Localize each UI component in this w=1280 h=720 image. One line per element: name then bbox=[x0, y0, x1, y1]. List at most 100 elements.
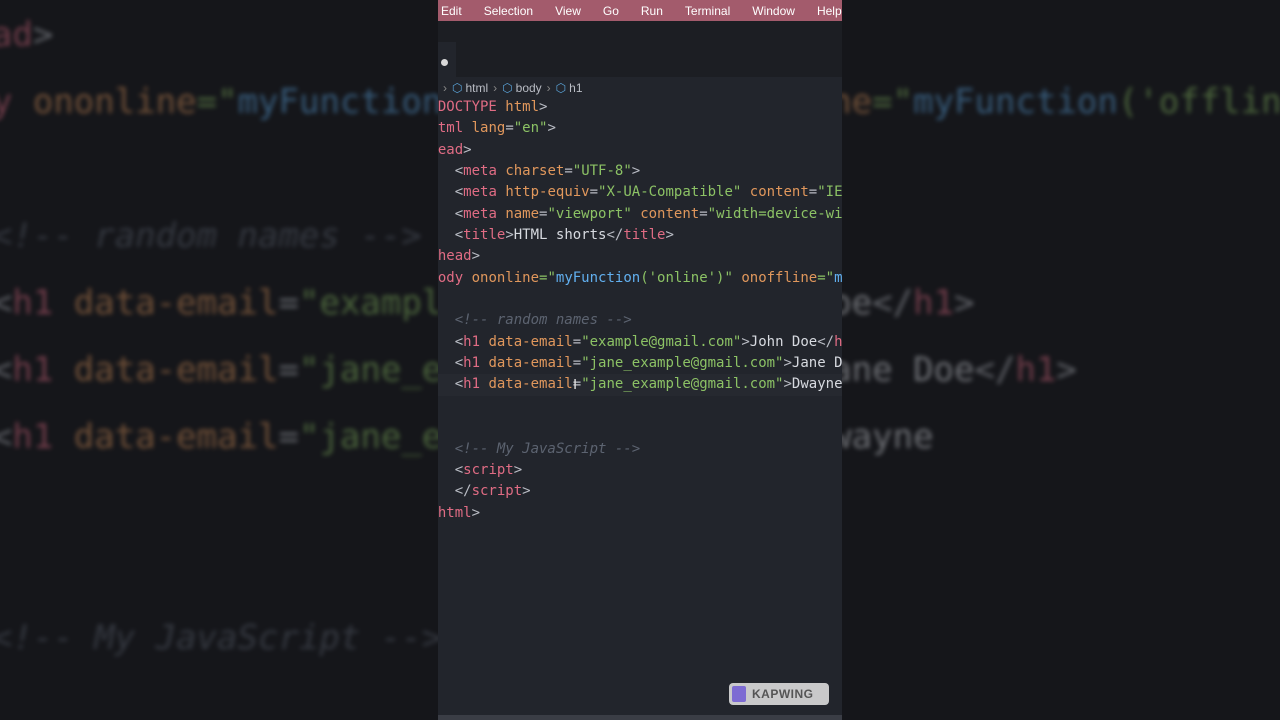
code-line[interactable]: </script> bbox=[438, 481, 842, 502]
code-token: meta bbox=[463, 205, 506, 222]
code-line[interactable] bbox=[438, 289, 842, 310]
code-line[interactable]: </head> bbox=[438, 246, 842, 267]
code-token: head bbox=[0, 15, 33, 55]
menu-bar: Edit Selection View Go Run Terminal Window Help bbox=[438, 0, 842, 21]
menu-run[interactable]: Run bbox=[641, 4, 663, 18]
code-token: myFunction bbox=[555, 269, 641, 286]
code-token: </ bbox=[606, 227, 624, 244]
code-token: HTML shorts bbox=[513, 227, 607, 244]
code-token: "en" bbox=[513, 120, 548, 137]
code-token: =" bbox=[196, 82, 238, 122]
code-token: = bbox=[589, 184, 599, 201]
element-cube-icon: ⬡ bbox=[555, 80, 567, 95]
code-token: myFunction bbox=[237, 82, 443, 122]
code-line[interactable]: <!-- random names --> bbox=[438, 310, 842, 331]
code-token: > bbox=[547, 120, 556, 137]
code-line[interactable]: <meta http-equiv="X-UA-Compatible" conte… bbox=[438, 182, 842, 203]
code-token: myFunction bbox=[834, 269, 842, 286]
code-token: </ bbox=[872, 283, 914, 323]
code-token: data-email bbox=[488, 333, 573, 350]
kapwing-logo-icon bbox=[732, 686, 746, 702]
code-token: =" bbox=[872, 82, 914, 122]
code-line[interactable]: <!-- My JavaScript --> bbox=[438, 439, 842, 460]
code-token: data-email bbox=[73, 350, 279, 390]
code-token: </ bbox=[454, 483, 472, 500]
code-line[interactable]: <meta name="viewport" content="width=dev… bbox=[438, 204, 842, 225]
code-token: h1 bbox=[12, 417, 74, 457]
chevron-right-icon: › bbox=[443, 80, 447, 95]
menu-selection[interactable]: Selection bbox=[484, 4, 533, 18]
code-token: = bbox=[572, 355, 582, 372]
code-token: </ bbox=[817, 333, 835, 350]
code-token: < bbox=[454, 461, 464, 478]
code-token: title bbox=[463, 227, 506, 244]
code-token: body bbox=[438, 269, 464, 286]
code-line[interactable] bbox=[438, 396, 842, 417]
code-token: h1 bbox=[913, 283, 955, 323]
code-line[interactable]: <h1 data-email="jane_example@gmail.com">… bbox=[438, 353, 842, 374]
code-line[interactable]: <h1 data-email="jane_example@gmail.com">… bbox=[438, 374, 842, 396]
code-token: ('offline')" bbox=[1117, 82, 1280, 122]
breadcrumb-item-html[interactable]: html bbox=[465, 81, 488, 95]
code-token: > bbox=[471, 504, 481, 521]
code-token: < bbox=[454, 376, 464, 393]
menu-help[interactable]: Help bbox=[817, 4, 842, 18]
code-token: "X-UA-Compatible" bbox=[598, 184, 742, 201]
code-token: > bbox=[783, 376, 792, 393]
code-line[interactable]: <script> bbox=[438, 460, 842, 481]
code-token: John Doe bbox=[749, 333, 818, 350]
code-token: = bbox=[278, 350, 299, 390]
code-token: < bbox=[454, 184, 464, 201]
watermark-text: KAPWING bbox=[752, 687, 814, 701]
code-line[interactable]: <meta charset="UTF-8"> bbox=[438, 161, 842, 182]
code-line[interactable]: <title>HTML shorts</title> bbox=[438, 225, 842, 246]
code-line[interactable]: <!DOCTYPE html> bbox=[438, 97, 842, 118]
code-token: content bbox=[749, 184, 809, 201]
code-token: < bbox=[0, 350, 13, 390]
code-token: html bbox=[505, 99, 540, 115]
code-token: h1 bbox=[1015, 350, 1057, 390]
code-token: < bbox=[0, 417, 13, 457]
code-token: script bbox=[471, 483, 523, 500]
breadcrumb-item-h1[interactable]: h1 bbox=[569, 81, 582, 95]
menu-go[interactable]: Go bbox=[603, 4, 619, 18]
breadcrumb-item-body[interactable]: body bbox=[516, 81, 542, 95]
code-line[interactable]: <h1 data-email="example@gmail.com">John … bbox=[438, 332, 842, 353]
code-token: html bbox=[438, 120, 464, 137]
breadcrumb: › ⬡ html › ⬡ body › ⬡ h1 bbox=[438, 77, 842, 98]
code-token: > bbox=[741, 333, 750, 350]
code-line[interactable] bbox=[438, 417, 842, 438]
code-token: "jane_example@gmail.com" bbox=[581, 376, 784, 393]
code-token: > bbox=[631, 163, 641, 180]
code-token: <!-- My JavaScript --> bbox=[438, 440, 641, 457]
menu-window[interactable]: Window bbox=[752, 4, 795, 18]
code-token: < bbox=[454, 355, 464, 372]
code-token: < bbox=[0, 283, 13, 323]
code-token: < bbox=[454, 163, 464, 180]
code-token: > bbox=[539, 99, 548, 115]
code-token: > bbox=[1056, 350, 1077, 390]
code-token: "IE=edge" bbox=[817, 184, 842, 201]
code-line[interactable]: <head> bbox=[438, 140, 842, 161]
code-token: head bbox=[438, 248, 472, 265]
code-token: > bbox=[522, 483, 531, 500]
code-token: <!-- My JavaScript --> bbox=[0, 618, 443, 658]
menu-terminal[interactable]: Terminal bbox=[685, 4, 730, 18]
code-line[interactable]: <body ononline="myFunction('online')" on… bbox=[438, 268, 842, 289]
menu-view[interactable]: View bbox=[555, 4, 581, 18]
code-token: <!-- random names --> bbox=[438, 312, 632, 329]
code-editor[interactable]: <!DOCTYPE html><html lang="en"><head> <m… bbox=[438, 97, 842, 524]
code-token: h1 bbox=[12, 283, 74, 323]
code-line[interactable]: <html lang="en"> bbox=[438, 118, 842, 139]
code-token: script bbox=[463, 461, 514, 478]
code-token: Jane Doe bbox=[791, 355, 842, 372]
code-token: </ bbox=[974, 350, 1016, 390]
code-line[interactable]: </html> bbox=[438, 503, 842, 524]
code-token: h1 bbox=[463, 333, 489, 350]
code-token: =" bbox=[817, 269, 835, 286]
code-token: myFunction bbox=[913, 82, 1118, 122]
code-token: = bbox=[278, 283, 299, 323]
code-token: > bbox=[463, 141, 472, 158]
menu-edit[interactable]: Edit bbox=[441, 4, 462, 18]
